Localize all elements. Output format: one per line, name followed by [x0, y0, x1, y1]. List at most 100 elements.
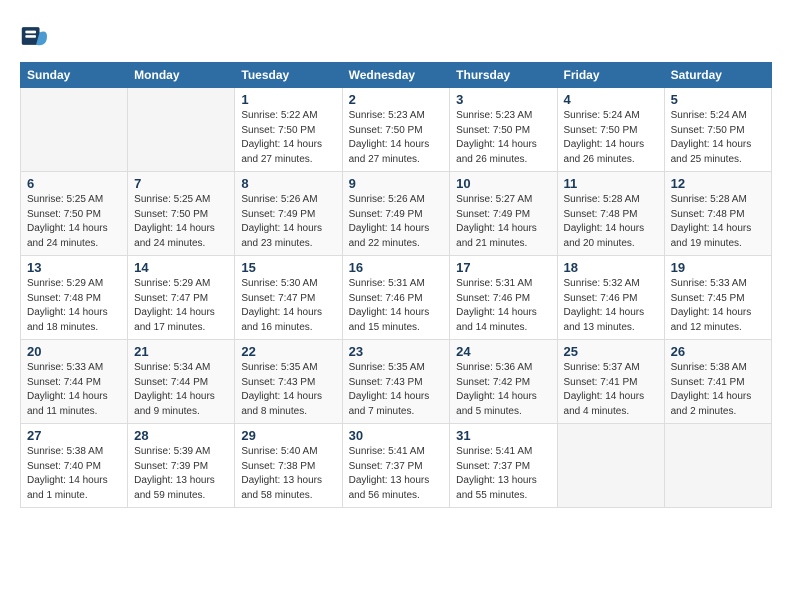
day-info: Sunrise: 5:25 AM Sunset: 7:50 PM Dayligh… — [27, 193, 121, 251]
day-info: Sunrise: 5:25 AM Sunset: 7:50 PM Dayligh… — [134, 193, 228, 251]
day-info: Sunrise: 5:39 AM Sunset: 7:39 PM Dayligh… — [134, 445, 228, 503]
day-info: Sunrise: 5:35 AM Sunset: 7:43 PM Dayligh… — [349, 361, 444, 419]
day-info: Sunrise: 5:31 AM Sunset: 7:46 PM Dayligh… — [349, 277, 444, 335]
day-info: Sunrise: 5:40 AM Sunset: 7:38 PM Dayligh… — [241, 445, 335, 503]
day-number: 5 — [671, 92, 765, 107]
calendar-cell: 31Sunrise: 5:41 AM Sunset: 7:37 PM Dayli… — [450, 424, 557, 508]
calendar-cell: 28 Sunrise: 5:39 AM Sunset: 7:39 PM Dayli… — [128, 424, 235, 508]
day-info: Sunrise: 5:29 AM Sunset: 7:47 PM Dayligh… — [134, 277, 228, 335]
calendar-cell: 4Sunrise: 5:24 AM Sunset: 7:50 PM Daylig… — [557, 88, 664, 172]
day-info: Sunrise: 5:24 AM Sunset: 7:50 PM Dayligh… — [564, 109, 658, 167]
day-number: 29 — [241, 428, 335, 443]
calendar-week-row: 20Sunrise: 5:33 AM Sunset: 7:44 PM Dayli… — [21, 340, 772, 424]
day-number: 27 — [27, 428, 121, 443]
weekday-header: Saturday — [664, 63, 771, 88]
day-number: 15 — [241, 260, 335, 275]
day-number: 24 — [456, 344, 550, 359]
day-number: 17 — [456, 260, 550, 275]
day-info: Sunrise: 5:24 AM Sunset: 7:50 PM Dayligh… — [671, 109, 765, 167]
calendar-cell: 13 Sunrise: 5:29 AM Sunset: 7:48 PM Dayli… — [21, 256, 128, 340]
weekday-header: Tuesday — [235, 63, 342, 88]
day-info: Sunrise: 5:41 AM Sunset: 7:37 PM Dayligh… — [349, 445, 444, 503]
day-number: 23 — [349, 344, 444, 359]
weekday-header: Sunday — [21, 63, 128, 88]
calendar-cell: 23 Sunrise: 5:35 AM Sunset: 7:43 PM Dayli… — [342, 340, 450, 424]
day-number: 9 — [349, 176, 444, 191]
day-number: 25 — [564, 344, 658, 359]
calendar-cell: 26Sunrise: 5:38 AM Sunset: 7:41 PM Dayli… — [664, 340, 771, 424]
day-number: 19 — [671, 260, 765, 275]
calendar-cell: 18 Sunrise: 5:32 AM Sunset: 7:46 PM Dayli… — [557, 256, 664, 340]
day-info: Sunrise: 5:29 AM Sunset: 7:48 PM Dayligh… — [27, 277, 121, 335]
calendar-cell: 22 Sunrise: 5:35 AM Sunset: 7:43 PM Dayli… — [235, 340, 342, 424]
day-info: Sunrise: 5:36 AM Sunset: 7:42 PM Dayligh… — [456, 361, 550, 419]
calendar-cell: 10 Sunrise: 5:27 AM Sunset: 7:49 PM Dayli… — [450, 172, 557, 256]
day-number: 12 — [671, 176, 765, 191]
calendar-cell: 6Sunrise: 5:25 AM Sunset: 7:50 PM Daylig… — [21, 172, 128, 256]
day-info: Sunrise: 5:32 AM Sunset: 7:46 PM Dayligh… — [564, 277, 658, 335]
day-number: 20 — [27, 344, 121, 359]
day-info: Sunrise: 5:23 AM Sunset: 7:50 PM Dayligh… — [456, 109, 550, 167]
calendar-cell — [21, 88, 128, 172]
day-info: Sunrise: 5:34 AM Sunset: 7:44 PM Dayligh… — [134, 361, 228, 419]
calendar-cell: 11 Sunrise: 5:28 AM Sunset: 7:48 PM Dayli… — [557, 172, 664, 256]
day-info: Sunrise: 5:28 AM Sunset: 7:48 PM Dayligh… — [671, 193, 765, 251]
day-info: Sunrise: 5:23 AM Sunset: 7:50 PM Dayligh… — [349, 109, 444, 167]
calendar-week-row: 13 Sunrise: 5:29 AM Sunset: 7:48 PM Dayli… — [21, 256, 772, 340]
calendar-cell: 25 Sunrise: 5:37 AM Sunset: 7:41 PM Dayli… — [557, 340, 664, 424]
weekday-header: Monday — [128, 63, 235, 88]
calendar-cell: 29 Sunrise: 5:40 AM Sunset: 7:38 PM Dayli… — [235, 424, 342, 508]
calendar-table: SundayMondayTuesdayWednesdayThursdayFrid… — [20, 62, 772, 508]
calendar-cell — [557, 424, 664, 508]
calendar-cell: 15Sunrise: 5:30 AM Sunset: 7:47 PM Dayli… — [235, 256, 342, 340]
page-header — [20, 20, 772, 52]
day-number: 8 — [241, 176, 335, 191]
calendar-cell: 9 Sunrise: 5:26 AM Sunset: 7:49 PM Daylig… — [342, 172, 450, 256]
calendar-cell: 2 Sunrise: 5:23 AM Sunset: 7:50 PM Daylig… — [342, 88, 450, 172]
weekday-header: Wednesday — [342, 63, 450, 88]
calendar-cell: 12 Sunrise: 5:28 AM Sunset: 7:48 PM Dayli… — [664, 172, 771, 256]
day-number: 7 — [134, 176, 228, 191]
logo-icon — [20, 20, 52, 52]
day-number: 18 — [564, 260, 658, 275]
day-number: 10 — [456, 176, 550, 191]
day-number: 13 — [27, 260, 121, 275]
calendar-cell: 5 Sunrise: 5:24 AM Sunset: 7:50 PM Daylig… — [664, 88, 771, 172]
day-info: Sunrise: 5:33 AM Sunset: 7:45 PM Dayligh… — [671, 277, 765, 335]
calendar-week-row: 6Sunrise: 5:25 AM Sunset: 7:50 PM Daylig… — [21, 172, 772, 256]
day-number: 21 — [134, 344, 228, 359]
day-number: 14 — [134, 260, 228, 275]
day-info: Sunrise: 5:31 AM Sunset: 7:46 PM Dayligh… — [456, 277, 550, 335]
day-number: 11 — [564, 176, 658, 191]
calendar-cell — [664, 424, 771, 508]
day-info: Sunrise: 5:35 AM Sunset: 7:43 PM Dayligh… — [241, 361, 335, 419]
calendar-cell: 16 Sunrise: 5:31 AM Sunset: 7:46 PM Dayli… — [342, 256, 450, 340]
calendar-cell: 7 Sunrise: 5:25 AM Sunset: 7:50 PM Daylig… — [128, 172, 235, 256]
calendar-week-row: 1 Sunrise: 5:22 AM Sunset: 7:50 PM Daylig… — [21, 88, 772, 172]
day-info: Sunrise: 5:37 AM Sunset: 7:41 PM Dayligh… — [564, 361, 658, 419]
weekday-header: Thursday — [450, 63, 557, 88]
calendar-header-row: SundayMondayTuesdayWednesdayThursdayFrid… — [21, 63, 772, 88]
day-info: Sunrise: 5:38 AM Sunset: 7:41 PM Dayligh… — [671, 361, 765, 419]
calendar-week-row: 27 Sunrise: 5:38 AM Sunset: 7:40 PM Dayli… — [21, 424, 772, 508]
day-info: Sunrise: 5:28 AM Sunset: 7:48 PM Dayligh… — [564, 193, 658, 251]
day-info: Sunrise: 5:27 AM Sunset: 7:49 PM Dayligh… — [456, 193, 550, 251]
day-number: 3 — [456, 92, 550, 107]
day-number: 16 — [349, 260, 444, 275]
calendar-cell: 3 Sunrise: 5:23 AM Sunset: 7:50 PM Daylig… — [450, 88, 557, 172]
calendar-cell: 21 Sunrise: 5:34 AM Sunset: 7:44 PM Dayli… — [128, 340, 235, 424]
day-info: Sunrise: 5:38 AM Sunset: 7:40 PM Dayligh… — [27, 445, 121, 503]
calendar-cell: 17 Sunrise: 5:31 AM Sunset: 7:46 PM Dayli… — [450, 256, 557, 340]
day-number: 1 — [241, 92, 335, 107]
day-number: 28 — [134, 428, 228, 443]
calendar-cell: 24 Sunrise: 5:36 AM Sunset: 7:42 PM Dayli… — [450, 340, 557, 424]
calendar-cell: 8 Sunrise: 5:26 AM Sunset: 7:49 PM Daylig… — [235, 172, 342, 256]
day-number: 22 — [241, 344, 335, 359]
day-info: Sunrise: 5:26 AM Sunset: 7:49 PM Dayligh… — [349, 193, 444, 251]
day-number: 30 — [349, 428, 444, 443]
day-info: Sunrise: 5:26 AM Sunset: 7:49 PM Dayligh… — [241, 193, 335, 251]
calendar-cell — [128, 88, 235, 172]
day-number: 2 — [349, 92, 444, 107]
day-info: Sunrise: 5:22 AM Sunset: 7:50 PM Dayligh… — [241, 109, 335, 167]
calendar-cell: 19 Sunrise: 5:33 AM Sunset: 7:45 PM Dayli… — [664, 256, 771, 340]
